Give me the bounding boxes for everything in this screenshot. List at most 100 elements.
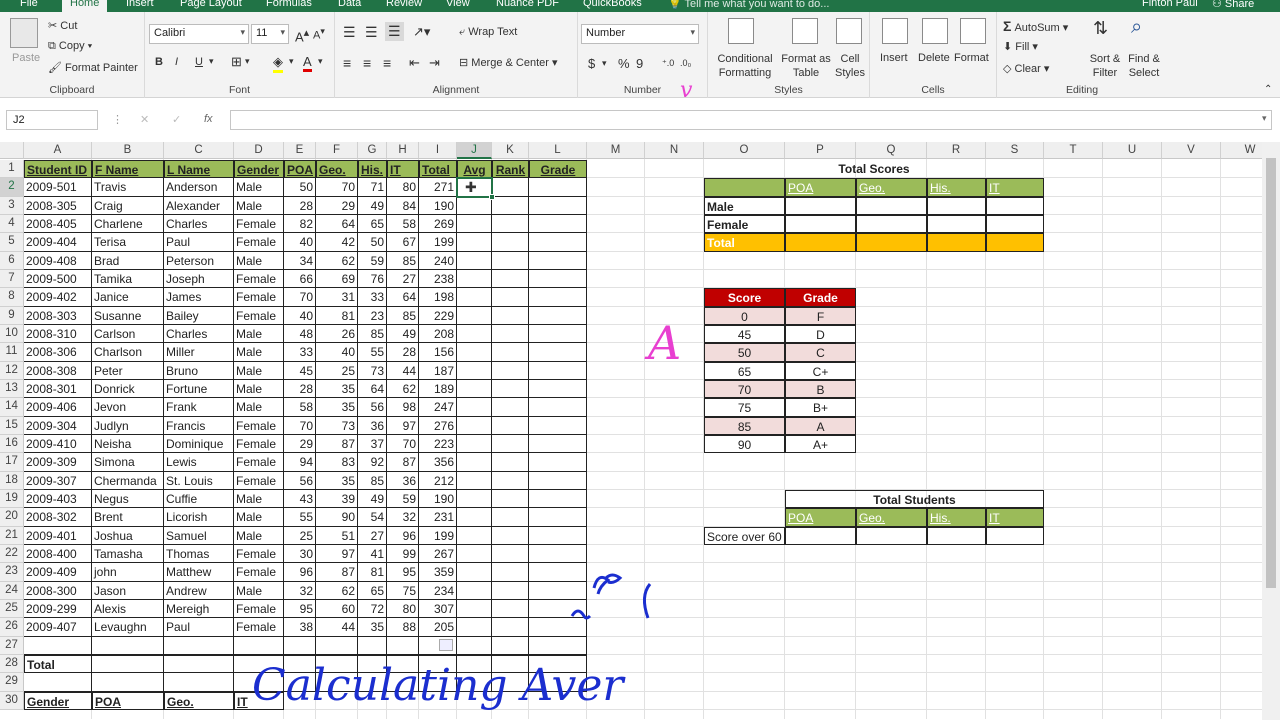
table-cell[interactable]: Lewis bbox=[164, 453, 234, 472]
table-cell[interactable] bbox=[24, 636, 92, 655]
table-cell[interactable]: 267 bbox=[419, 544, 457, 564]
table-header[interactable]: Rank bbox=[492, 160, 529, 179]
table-cell[interactable] bbox=[529, 379, 587, 399]
table-cell[interactable]: 2009-309 bbox=[24, 453, 92, 472]
format-as-table-icon[interactable] bbox=[792, 18, 818, 44]
table-cell[interactable] bbox=[492, 581, 529, 600]
cancel-icon[interactable]: ✕ bbox=[140, 113, 149, 126]
table-cell[interactable]: 66 bbox=[284, 269, 316, 289]
table-cell[interactable]: Male bbox=[234, 581, 284, 600]
table-cell[interactable]: Male bbox=[234, 508, 284, 527]
orientation-icon[interactable]: ↗▾ bbox=[413, 24, 430, 40]
row-header-23[interactable]: 23 bbox=[0, 563, 24, 582]
align-middle-icon[interactable]: ☰ bbox=[365, 24, 378, 41]
table-cell[interactable]: 2009-408 bbox=[24, 251, 92, 270]
table-header[interactable]: Student ID bbox=[24, 160, 92, 179]
table-cell[interactable] bbox=[457, 416, 492, 435]
table-cell[interactable] bbox=[492, 196, 529, 215]
table-cell[interactable] bbox=[457, 526, 492, 545]
table-cell[interactable]: 56 bbox=[358, 398, 387, 417]
row-header-29[interactable]: 29 bbox=[0, 673, 24, 692]
table-cell[interactable] bbox=[387, 636, 419, 655]
table-header[interactable]: L Name bbox=[164, 160, 234, 179]
row-header-10[interactable]: 10 bbox=[0, 324, 24, 344]
table-cell[interactable]: 2008-400 bbox=[24, 544, 92, 564]
table-cell[interactable]: Tamasha bbox=[92, 544, 164, 564]
table-cell[interactable] bbox=[457, 636, 492, 655]
currency-button[interactable]: $ bbox=[588, 56, 595, 71]
table-cell[interactable]: 69 bbox=[316, 269, 358, 289]
table-cell[interactable] bbox=[164, 636, 234, 655]
table-cell[interactable]: Male bbox=[234, 196, 284, 215]
table-header[interactable]: Grade bbox=[529, 160, 587, 179]
table-cell[interactable]: 64 bbox=[316, 214, 358, 234]
table-cell[interactable] bbox=[529, 233, 587, 252]
column-header-v[interactable]: V bbox=[1162, 142, 1221, 159]
table-cell[interactable]: Jevon bbox=[92, 398, 164, 417]
table-cell[interactable]: 55 bbox=[284, 508, 316, 527]
find-select-button[interactable]: Find & Select bbox=[1123, 52, 1165, 80]
table-cell[interactable]: 49 bbox=[358, 489, 387, 509]
row-header-4[interactable]: 4 bbox=[0, 214, 24, 234]
table-cell[interactable]: 2008-306 bbox=[24, 343, 92, 362]
percent-button[interactable]: % bbox=[618, 56, 630, 71]
table-cell[interactable]: 223 bbox=[419, 434, 457, 454]
table-cell[interactable]: 2008-405 bbox=[24, 214, 92, 234]
row-header-9[interactable]: 9 bbox=[0, 306, 24, 325]
total-students-cell[interactable] bbox=[785, 526, 856, 545]
table-cell[interactable] bbox=[529, 196, 587, 215]
column-header-c[interactable]: C bbox=[164, 142, 234, 159]
table-cell[interactable]: 62 bbox=[316, 251, 358, 270]
table-cell[interactable] bbox=[492, 526, 529, 545]
row-header-22[interactable]: 22 bbox=[0, 544, 24, 564]
table-cell[interactable]: Brent bbox=[92, 508, 164, 527]
table-cell[interactable]: 199 bbox=[419, 233, 457, 252]
table-cell[interactable]: 97 bbox=[316, 544, 358, 564]
table-cell[interactable] bbox=[457, 233, 492, 252]
table-cell[interactable] bbox=[529, 324, 587, 344]
table-cell[interactable]: Male bbox=[234, 343, 284, 362]
row-header-27[interactable]: 27 bbox=[0, 636, 24, 655]
currency-dropdown-icon[interactable]: ▾ bbox=[602, 58, 607, 69]
table-cell[interactable]: 59 bbox=[387, 489, 419, 509]
table-cell[interactable] bbox=[457, 618, 492, 637]
table-cell[interactable]: 2009-403 bbox=[24, 489, 92, 509]
row-header-18[interactable]: 18 bbox=[0, 471, 24, 490]
table-cell[interactable] bbox=[492, 269, 529, 289]
table-cell[interactable]: Charlson bbox=[92, 343, 164, 362]
format-cells-icon[interactable] bbox=[960, 18, 986, 44]
table-cell[interactable]: 75 bbox=[387, 581, 419, 600]
table-cell[interactable] bbox=[492, 471, 529, 490]
total-scores-header[interactable]: Geo. bbox=[856, 178, 927, 197]
format-cells-button[interactable]: Format bbox=[954, 52, 989, 64]
table-cell[interactable]: Peterson bbox=[164, 251, 234, 270]
align-left-icon[interactable]: ≡ bbox=[343, 55, 351, 71]
table-cell[interactable]: Dominique bbox=[164, 434, 234, 454]
table-cell[interactable]: 87 bbox=[316, 434, 358, 454]
column-header-e[interactable]: E bbox=[284, 142, 316, 159]
table-cell[interactable]: 99 bbox=[387, 544, 419, 564]
table-cell[interactable]: Male bbox=[234, 324, 284, 344]
table-cell[interactable]: Matthew bbox=[164, 563, 234, 582]
grade-score-cell[interactable]: 0 bbox=[704, 306, 785, 325]
table-cell[interactable]: 60 bbox=[316, 599, 358, 619]
table-cell[interactable] bbox=[492, 288, 529, 307]
wrap-text-button[interactable]: ⤶ Wrap Text bbox=[459, 26, 517, 39]
total-label[interactable]: Total bbox=[24, 654, 92, 674]
align-top-icon[interactable]: ☰ bbox=[343, 24, 356, 41]
table-cell[interactable]: 190 bbox=[419, 196, 457, 215]
table-cell[interactable]: 33 bbox=[284, 343, 316, 362]
table-cell[interactable]: 54 bbox=[358, 508, 387, 527]
grade-score-cell[interactable]: 65 bbox=[704, 361, 785, 380]
table-cell[interactable]: 2008-305 bbox=[24, 196, 92, 215]
table-cell[interactable]: Charlene bbox=[92, 214, 164, 234]
total-scores-header[interactable] bbox=[704, 178, 785, 197]
table-cell[interactable]: 2008-301 bbox=[24, 379, 92, 399]
table-cell[interactable]: 208 bbox=[419, 324, 457, 344]
borders-icon[interactable]: ⊞ bbox=[231, 54, 242, 70]
insert-function-button[interactable]: fx bbox=[204, 113, 213, 125]
column-header-k[interactable]: K bbox=[492, 142, 529, 159]
table-cell[interactable]: 97 bbox=[387, 416, 419, 435]
table-cell[interactable]: 198 bbox=[419, 288, 457, 307]
tab-page-layout[interactable]: Page Layout bbox=[180, 0, 242, 9]
